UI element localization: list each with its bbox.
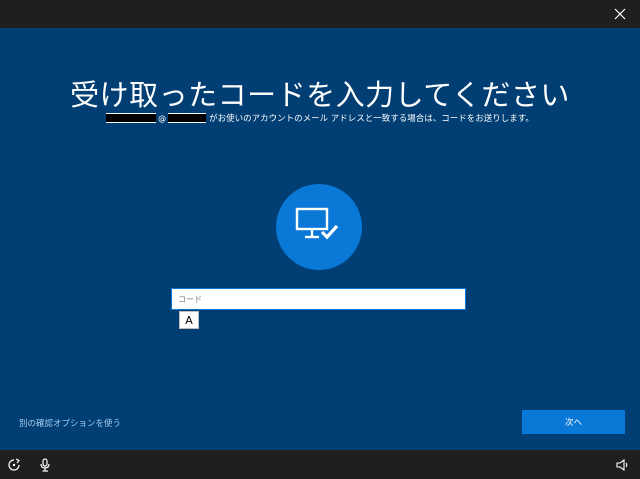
close-button[interactable] [606, 2, 634, 26]
redacted-username [106, 113, 157, 123]
code-input[interactable] [171, 288, 466, 310]
alternate-verification-link[interactable]: 別の確認オプションを使う [19, 417, 121, 429]
volume-button[interactable] [615, 457, 631, 473]
main-panel: 受け取ったコードを入力してください @ がお使いのアカウントのメール アドレスと… [0, 28, 640, 450]
ease-of-access-button[interactable] [6, 457, 22, 473]
volume-icon [616, 459, 628, 471]
verification-icon-circle [276, 184, 362, 270]
microphone-icon [40, 458, 50, 472]
close-icon [614, 8, 626, 20]
redacted-domain [168, 113, 207, 123]
ime-mode-indicator: A [179, 311, 199, 329]
microphone-button[interactable] [37, 457, 53, 473]
ease-of-access-icon [8, 458, 20, 471]
subtitle-text: がお使いのアカウントのメール アドレスと一致する場合は、コードをお送りします。 [209, 114, 534, 124]
next-button[interactable]: 次へ [522, 410, 625, 434]
page-title: 受け取ったコードを入力してください [70, 78, 570, 112]
subtitle-at-sign: @ [158, 113, 167, 123]
monitor-check-icon [295, 207, 339, 240]
bottom-bar [0, 450, 640, 479]
title-bar [0, 0, 640, 28]
page-subtitle: @ がお使いのアカウントのメール アドレスと一致する場合は、コードをお送りします… [0, 112, 640, 124]
